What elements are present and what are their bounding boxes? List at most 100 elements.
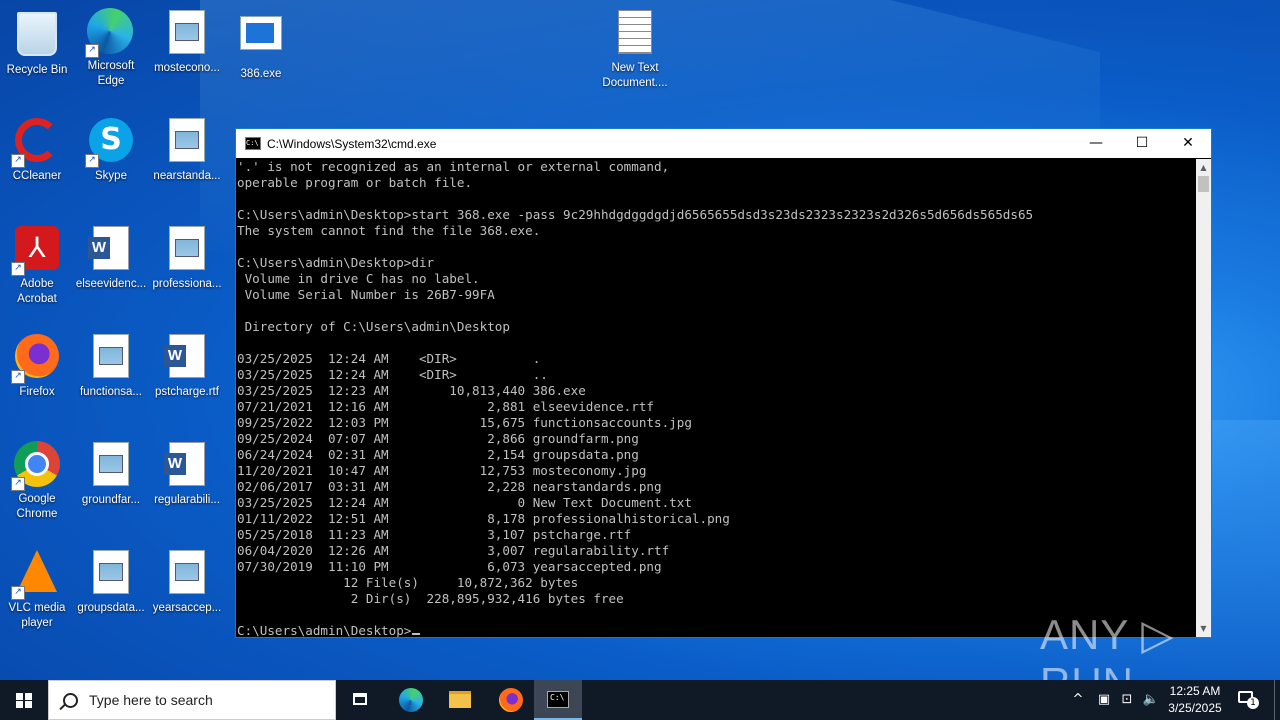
clock-time: 12:25 AM [1169, 684, 1221, 698]
console-line: 05/25/2018 11:23 AM 3,107 pstcharge.rtf [237, 527, 632, 542]
taskbar-cmd-button[interactable]: C:\ [534, 680, 582, 720]
shortcut-arrow-icon: ↗ [11, 586, 25, 600]
desktop-icon-vlc[interactable]: ↗ VLC media player [0, 548, 74, 631]
console-line: Volume Serial Number is 26B7-99FA [237, 287, 495, 302]
image-file-icon [169, 10, 205, 54]
desktop-icon-adobe-acrobat[interactable]: ⅄ ↗ Adobe Acrobat [0, 224, 74, 307]
desktop-icon-professionalhistorical[interactable]: professiona... [150, 224, 224, 292]
task-view-icon [353, 693, 367, 705]
tray-device-icon[interactable]: ▣ [1094, 680, 1114, 720]
image-file-icon [93, 334, 129, 378]
desktop-icon-label: New Text Document.... [602, 62, 668, 89]
desktop-icon-mosteconomy[interactable]: mosteconо... [150, 8, 224, 76]
minimize-button[interactable]: — [1073, 129, 1119, 158]
console-prompt: C:\Users\admin\Desktop> [237, 623, 412, 637]
console-line: 03/25/2025 12:24 AM <DIR> . [237, 351, 541, 366]
network-icon[interactable]: ⊡ [1117, 680, 1137, 720]
cmd-window[interactable]: C:\ C:\Windows\System32\cmd.exe — ☐ ✕ '.… [235, 128, 1212, 638]
desktop-icon-label: professiona... [152, 278, 222, 290]
scroll-up-arrow-icon[interactable]: ▲ [1196, 159, 1211, 176]
close-button[interactable]: ✕ [1165, 129, 1211, 158]
shortcut-arrow-icon: ↗ [85, 154, 99, 168]
desktop-icon-pstcharge[interactable]: W pstcharge.rtf [150, 332, 224, 400]
taskbar-file-explorer-button[interactable] [436, 680, 484, 720]
desktop-icon-ccleaner[interactable]: ↗ CCleaner [0, 116, 74, 184]
search-icon [63, 693, 78, 708]
notification-center-button[interactable]: 1 [1236, 690, 1259, 709]
desktop-icon-386-exe[interactable]: 386.exe [224, 8, 298, 82]
vertical-scrollbar[interactable]: ▲ ▼ [1196, 159, 1211, 637]
clock-date: 3/25/2025 [1168, 701, 1222, 715]
shortcut-arrow-icon: ↗ [85, 44, 99, 58]
show-desktop-button[interactable] [1274, 680, 1280, 720]
desktop-icon-google-chrome[interactable]: ↗ Google Chrome [0, 440, 74, 522]
desktop-icon-label: groupsdata... [77, 602, 145, 614]
desktop-icon-label: groundfar... [81, 494, 141, 506]
taskbar-edge-button[interactable] [386, 680, 434, 720]
console-line: Directory of C:\Users\admin\Desktop [237, 319, 510, 334]
cmd-window-title: C:\Windows\System32\cmd.exe [267, 136, 437, 151]
cmd-titlebar[interactable]: C:\ C:\Windows\System32\cmd.exe — ☐ ✕ [236, 129, 1211, 158]
desktop-icon-label: regularabili... [154, 494, 220, 506]
console-line: The system cannot find the file 368.exe. [237, 223, 541, 238]
edge-icon [399, 688, 423, 712]
console-lines: '.' is not recognized as an internal or … [237, 159, 1198, 623]
desktop-icon-label: pstcharge.rtf [155, 386, 219, 398]
taskbar-clock[interactable]: 12:25 AM 3/25/2025 [1162, 683, 1228, 717]
desktop-icon-groupsdata[interactable]: groupsdata... [74, 548, 148, 616]
maximize-button[interactable]: ☐ [1119, 129, 1165, 158]
console-line: Volume in drive C has no label. [237, 271, 480, 286]
shortcut-arrow-icon: ↗ [11, 370, 25, 384]
console-line: C:\Users\admin\Desktop>dir [237, 255, 435, 270]
desktop-icon-label: Adobe Acrobat [17, 278, 57, 305]
desktop-icon-regularability[interactable]: W regularabili... [150, 440, 224, 508]
cmd-icon: C:\ [547, 691, 569, 708]
console-line: 01/11/2022 12:51 AM 8,178 professionalhi… [237, 511, 730, 526]
console-line: '.' is not recognized as an internal or … [237, 159, 670, 174]
console-line: 09/25/2024 07:07 AM 2,866 groundfarm.png [237, 431, 639, 446]
taskbar-firefox-button[interactable] [486, 680, 534, 720]
desktop-icon-yearsaccepted[interactable]: yearsaccep... [150, 548, 224, 616]
desktop-icon-recycle-bin[interactable]: Recycle Bin [0, 8, 74, 78]
image-file-icon [169, 550, 205, 594]
taskbar: Type here to search C:\ ^ ▣ ⊡ 🔈 12:25 AM… [0, 680, 1280, 720]
firefox-icon [499, 688, 523, 712]
taskbar-search-box[interactable]: Type here to search [48, 680, 336, 720]
task-view-button[interactable] [336, 680, 384, 720]
search-placeholder: Type here to search [89, 692, 213, 708]
desktop-icon-firefox[interactable]: ↗ Firefox [0, 332, 74, 400]
console-line: 03/25/2025 12:23 AM 10,813,440 386.exe [237, 383, 586, 398]
desktop-icon-skype[interactable]: S ↗ Skype [74, 116, 148, 184]
desktop-icon-functionsaccounts[interactable]: functionsa... [74, 332, 148, 400]
shortcut-arrow-icon: ↗ [11, 477, 25, 491]
desktop-icon-label: Google Chrome [16, 493, 58, 520]
console-line: 09/25/2022 12:03 PM 15,675 functionsacco… [237, 415, 692, 430]
desktop-icon-nearstandards[interactable]: nearstanda... [150, 116, 224, 184]
console-line: C:\Users\admin\Desktop>start 368.exe -pa… [237, 207, 1034, 222]
desktop-icon-groundfarm[interactable]: groundfar... [74, 440, 148, 508]
volume-icon[interactable]: 🔈 [1140, 680, 1162, 720]
word-doc-icon: W [164, 334, 205, 378]
scrollbar-thumb[interactable] [1198, 176, 1209, 192]
console-line: 03/25/2025 12:24 AM 0 New Text Document.… [237, 495, 692, 510]
console-line: 06/04/2020 12:26 AM 3,007 regularability… [237, 543, 670, 558]
desktop-icon-label: functionsa... [79, 386, 142, 398]
image-file-icon [169, 118, 205, 162]
image-file-icon [93, 442, 129, 486]
console-line: 12 File(s) 10,872,362 bytes [237, 575, 579, 590]
desktop-icon-label: nearstanda... [153, 170, 221, 182]
exe-icon [240, 16, 282, 50]
console-line: 07/30/2019 11:10 PM 6,073 yearsaccepted.… [237, 559, 662, 574]
start-button[interactable] [0, 680, 48, 720]
console-output[interactable]: '.' is not recognized as an internal or … [236, 159, 1198, 637]
desktop-icon-label: elseevidenc... [75, 278, 147, 290]
desktop-icon-new-text-document[interactable]: New Text Document.... [598, 8, 672, 91]
windows-logo-icon [16, 693, 32, 708]
recycle-bin-icon [17, 12, 57, 56]
desktop-icon-edge[interactable]: ↗ Microsoft Edge [74, 8, 148, 89]
show-hidden-icons-chevron-icon[interactable]: ^ [1068, 680, 1088, 720]
desktop-icon-label: Recycle Bin [6, 64, 68, 76]
desktop-icon-elseevidence[interactable]: W elseevidenc... [74, 224, 148, 292]
